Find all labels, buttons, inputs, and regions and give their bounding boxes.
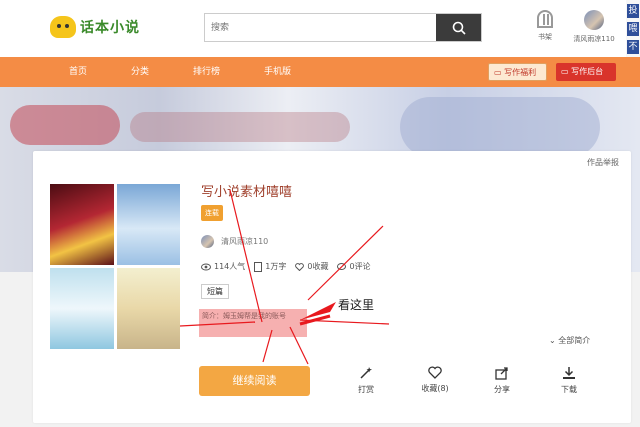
heart-icon [295, 262, 305, 271]
heart-icon [428, 366, 442, 379]
cover-art [116, 184, 180, 265]
book-title: 写小说素材嘻嘻 [201, 185, 293, 200]
expand-intro-link[interactable]: ⌄ 全部简介 [549, 335, 590, 346]
book-cover[interactable] [50, 184, 180, 349]
author-info[interactable]: 清风雨凉110 [201, 235, 268, 248]
download-label: 下载 [561, 385, 577, 394]
annotation-label: 看这里 [338, 298, 375, 312]
welfare-icon: ▭ [494, 68, 505, 77]
header: 话本小说 书架 清风雨凉110 投 喂 不 看 [0, 0, 640, 85]
search-box [204, 13, 482, 42]
download-button[interactable]: 下载 [549, 366, 589, 395]
side-banner-char: 投 [627, 4, 639, 18]
avatar [584, 10, 604, 30]
search-button[interactable] [436, 14, 481, 41]
cover-art [50, 184, 114, 265]
nav-item-category[interactable]: 分类 [131, 57, 149, 87]
share-label: 分享 [494, 385, 510, 394]
stat-comments: 0评论 [337, 261, 371, 272]
book-detail-card: 作品举报 写小说素材嘻嘻 连载 清风雨凉110 114人气 1万字 0收藏 0评… [33, 151, 631, 423]
cover-art [50, 268, 114, 349]
share-icon [495, 367, 508, 380]
download-icon [563, 367, 575, 379]
stat-popularity: 114人气 [201, 261, 245, 272]
nav-item-mobile[interactable]: 手机版 [264, 57, 291, 87]
favorite-label: 收藏(8) [421, 384, 449, 393]
search-input[interactable] [205, 14, 449, 41]
search-icon [452, 21, 466, 35]
side-banner-char: 喂 [627, 22, 639, 36]
magic-wand-icon [360, 367, 372, 379]
book-stats: 114人气 1万字 0收藏 0评论 [201, 261, 380, 272]
bookshelf-link[interactable]: 书架 [533, 10, 557, 42]
author-name: 清风雨凉110 [221, 237, 269, 246]
eye-icon [201, 263, 211, 270]
nav-item-home[interactable]: 首页 [69, 57, 87, 87]
logo-text: 话本小说 [80, 20, 140, 36]
site-logo[interactable]: 话本小说 [50, 16, 140, 38]
username: 清风雨凉110 [573, 35, 615, 43]
favorite-button[interactable]: 收藏(8) [415, 366, 455, 394]
stat-favorites: 0收藏 [295, 261, 328, 272]
main-nav: 首页 分类 排行榜 手机版 ▭ 写作福利 ▭ 写作后台 [0, 57, 640, 87]
popularity-value: 114人气 [214, 262, 246, 271]
report-link[interactable]: 作品举报 [587, 157, 619, 168]
bookshelf-label: 书架 [538, 33, 552, 41]
stat-words: 1万字 [254, 261, 286, 272]
user-menu[interactable]: 清风雨凉110 [568, 10, 620, 44]
book-intro: 简介：姆玉姆帮是我的账号 [199, 309, 307, 337]
tip-button[interactable]: 打赏 [346, 366, 386, 395]
expand-intro-label: 全部简介 [558, 336, 591, 345]
banner-blur [400, 97, 600, 157]
chevron-down-icon: ⌄ [549, 336, 559, 345]
tip-label: 打赏 [358, 385, 374, 394]
banner-blur [10, 105, 120, 145]
logo-mascot-icon [50, 16, 76, 38]
words-value: 1万字 [265, 262, 287, 271]
document-icon [254, 261, 263, 272]
share-button[interactable]: 分享 [482, 366, 522, 395]
side-banner-char: 不 [627, 40, 639, 54]
banner-blur [130, 112, 350, 142]
bookshelf-icon [537, 10, 553, 28]
continue-reading-button[interactable]: 继续阅读 [199, 366, 310, 396]
write-welfare-button[interactable]: ▭ 写作福利 [488, 63, 547, 81]
author-avatar [201, 235, 214, 248]
write-backend-label: 写作后台 [571, 67, 604, 76]
write-backend-button[interactable]: ▭ 写作后台 [556, 63, 616, 81]
backend-icon: ▭ [561, 67, 572, 76]
favorites-value: 0收藏 [307, 262, 329, 271]
genre-tag[interactable]: 短篇 [201, 284, 229, 299]
cover-art [116, 268, 180, 349]
comment-icon [337, 262, 347, 270]
comments-value: 0评论 [349, 262, 371, 271]
nav-item-ranking[interactable]: 排行榜 [193, 57, 220, 87]
write-welfare-label: 写作福利 [504, 68, 537, 77]
status-badge: 连载 [201, 205, 223, 221]
